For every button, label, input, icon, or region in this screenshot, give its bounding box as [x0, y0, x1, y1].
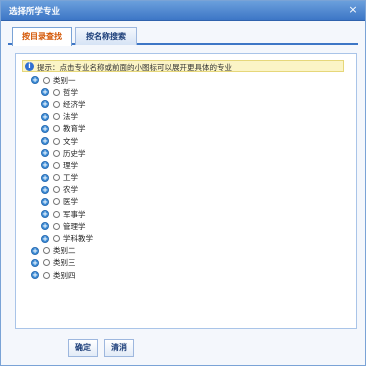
child-label[interactable]: 哲学 [63, 87, 78, 98]
child-radio[interactable] [53, 149, 60, 157]
tree-node-child[interactable]: + 历史学 [16, 147, 356, 159]
child-label[interactable]: 学科教学 [63, 233, 93, 244]
child-radio[interactable] [53, 174, 60, 182]
tab-strip: 按目录查找 按名称搜索 [8, 27, 358, 46]
child-label[interactable]: 历史学 [63, 148, 86, 159]
expand-icon[interactable]: + [31, 246, 39, 255]
expand-icon[interactable]: + [41, 234, 49, 243]
major-tree-panel: i 提示：点击专业名称或前面的小图标可以展开更具体的专业 + 类别一 + 哲学 … [15, 53, 357, 329]
category3-label[interactable]: 类别三 [53, 257, 76, 268]
tree-node-child[interactable]: + 教育学 [16, 123, 356, 135]
child-label[interactable]: 农学 [63, 184, 78, 195]
child-radio[interactable] [53, 125, 60, 133]
child-label[interactable]: 管理学 [63, 221, 86, 232]
expand-icon[interactable]: + [41, 173, 49, 182]
tree-node-child[interactable]: + 哲学 [16, 86, 356, 98]
expand-icon[interactable]: + [41, 124, 49, 133]
expand-icon[interactable]: + [41, 137, 49, 146]
close-icon[interactable]: × [347, 4, 359, 16]
hint-text: 提示：点击专业名称或前面的小图标可以展开更具体的专业 [37, 63, 232, 72]
cancel-button[interactable]: 清消 [104, 339, 134, 357]
child-radio[interactable] [53, 113, 60, 121]
expand-icon[interactable]: + [41, 185, 49, 194]
child-label[interactable]: 医学 [63, 196, 78, 207]
dialog-title: 选择所学专业 [9, 7, 61, 17]
child-radio[interactable] [53, 161, 60, 169]
info-icon: i [25, 62, 34, 71]
child-radio[interactable] [53, 235, 60, 243]
major-tree: + 类别一 + 哲学 + 经济学 + 法学 + 教育学 + 文学 + 历史学 +… [16, 74, 356, 281]
child-label[interactable]: 教育学 [63, 123, 86, 134]
tree-node-category3[interactable]: + 类别三 [16, 257, 356, 269]
category3-radio[interactable] [43, 259, 50, 267]
tree-node-child[interactable]: + 管理学 [16, 220, 356, 232]
expand-icon[interactable]: + [41, 112, 49, 121]
child-label[interactable]: 工学 [63, 172, 78, 183]
child-radio[interactable] [53, 137, 60, 145]
expand-icon[interactable]: + [41, 161, 49, 170]
expand-icon[interactable]: + [31, 271, 39, 280]
child-label[interactable]: 文学 [63, 136, 78, 147]
category1-radio[interactable] [43, 76, 50, 84]
child-radio[interactable] [53, 198, 60, 206]
tree-node-category4[interactable]: + 类别四 [16, 269, 356, 281]
expand-icon[interactable]: + [41, 149, 49, 158]
child-label[interactable]: 法学 [63, 111, 78, 122]
expand-icon[interactable]: + [41, 88, 49, 97]
child-radio[interactable] [53, 210, 60, 218]
category2-label[interactable]: 类别二 [53, 245, 76, 256]
tree-node-child[interactable]: + 医学 [16, 196, 356, 208]
category1-label[interactable]: 类别一 [53, 75, 76, 86]
child-radio[interactable] [53, 100, 60, 108]
tree-node-child[interactable]: + 法学 [16, 111, 356, 123]
tree-node-child[interactable]: + 学科教学 [16, 232, 356, 244]
category4-radio[interactable] [43, 271, 50, 279]
child-label[interactable]: 经济学 [63, 99, 86, 110]
tree-node-child[interactable]: + 农学 [16, 184, 356, 196]
tree-node-child[interactable]: + 工学 [16, 172, 356, 184]
child-radio[interactable] [53, 186, 60, 194]
expand-icon[interactable]: + [31, 258, 39, 267]
tree-node-category2[interactable]: + 类别二 [16, 245, 356, 257]
child-label[interactable]: 理学 [63, 160, 78, 171]
child-radio[interactable] [53, 222, 60, 230]
category4-label[interactable]: 类别四 [53, 270, 76, 281]
tree-node-child[interactable]: + 文学 [16, 135, 356, 147]
dialog-footer: 确定 清消 [1, 333, 365, 365]
tab-search-by-name[interactable]: 按名称搜索 [75, 27, 137, 45]
expand-icon[interactable]: + [31, 76, 39, 85]
expand-icon[interactable]: + [41, 197, 49, 206]
child-label[interactable]: 军事学 [63, 209, 86, 220]
child-radio[interactable] [53, 88, 60, 96]
ok-button[interactable]: 确定 [68, 339, 98, 357]
expand-icon[interactable]: + [41, 222, 49, 231]
tree-node-child[interactable]: + 经济学 [16, 98, 356, 110]
tab-browse-by-catalog[interactable]: 按目录查找 [12, 27, 72, 46]
select-major-dialog: 选择所学专业 × 按目录查找 按名称搜索 i 提示：点击专业名称或前面的小图标可… [0, 0, 366, 366]
hint-bar: i 提示：点击专业名称或前面的小图标可以展开更具体的专业 [22, 60, 344, 72]
tree-node-category1[interactable]: + 类别一 [16, 74, 356, 86]
tree-node-child[interactable]: + 军事学 [16, 208, 356, 220]
expand-icon[interactable]: + [41, 210, 49, 219]
tree-node-child[interactable]: + 理学 [16, 159, 356, 171]
expand-icon[interactable]: + [41, 100, 49, 109]
dialog-title-bar: 选择所学专业 × [1, 1, 365, 21]
category2-radio[interactable] [43, 247, 50, 255]
